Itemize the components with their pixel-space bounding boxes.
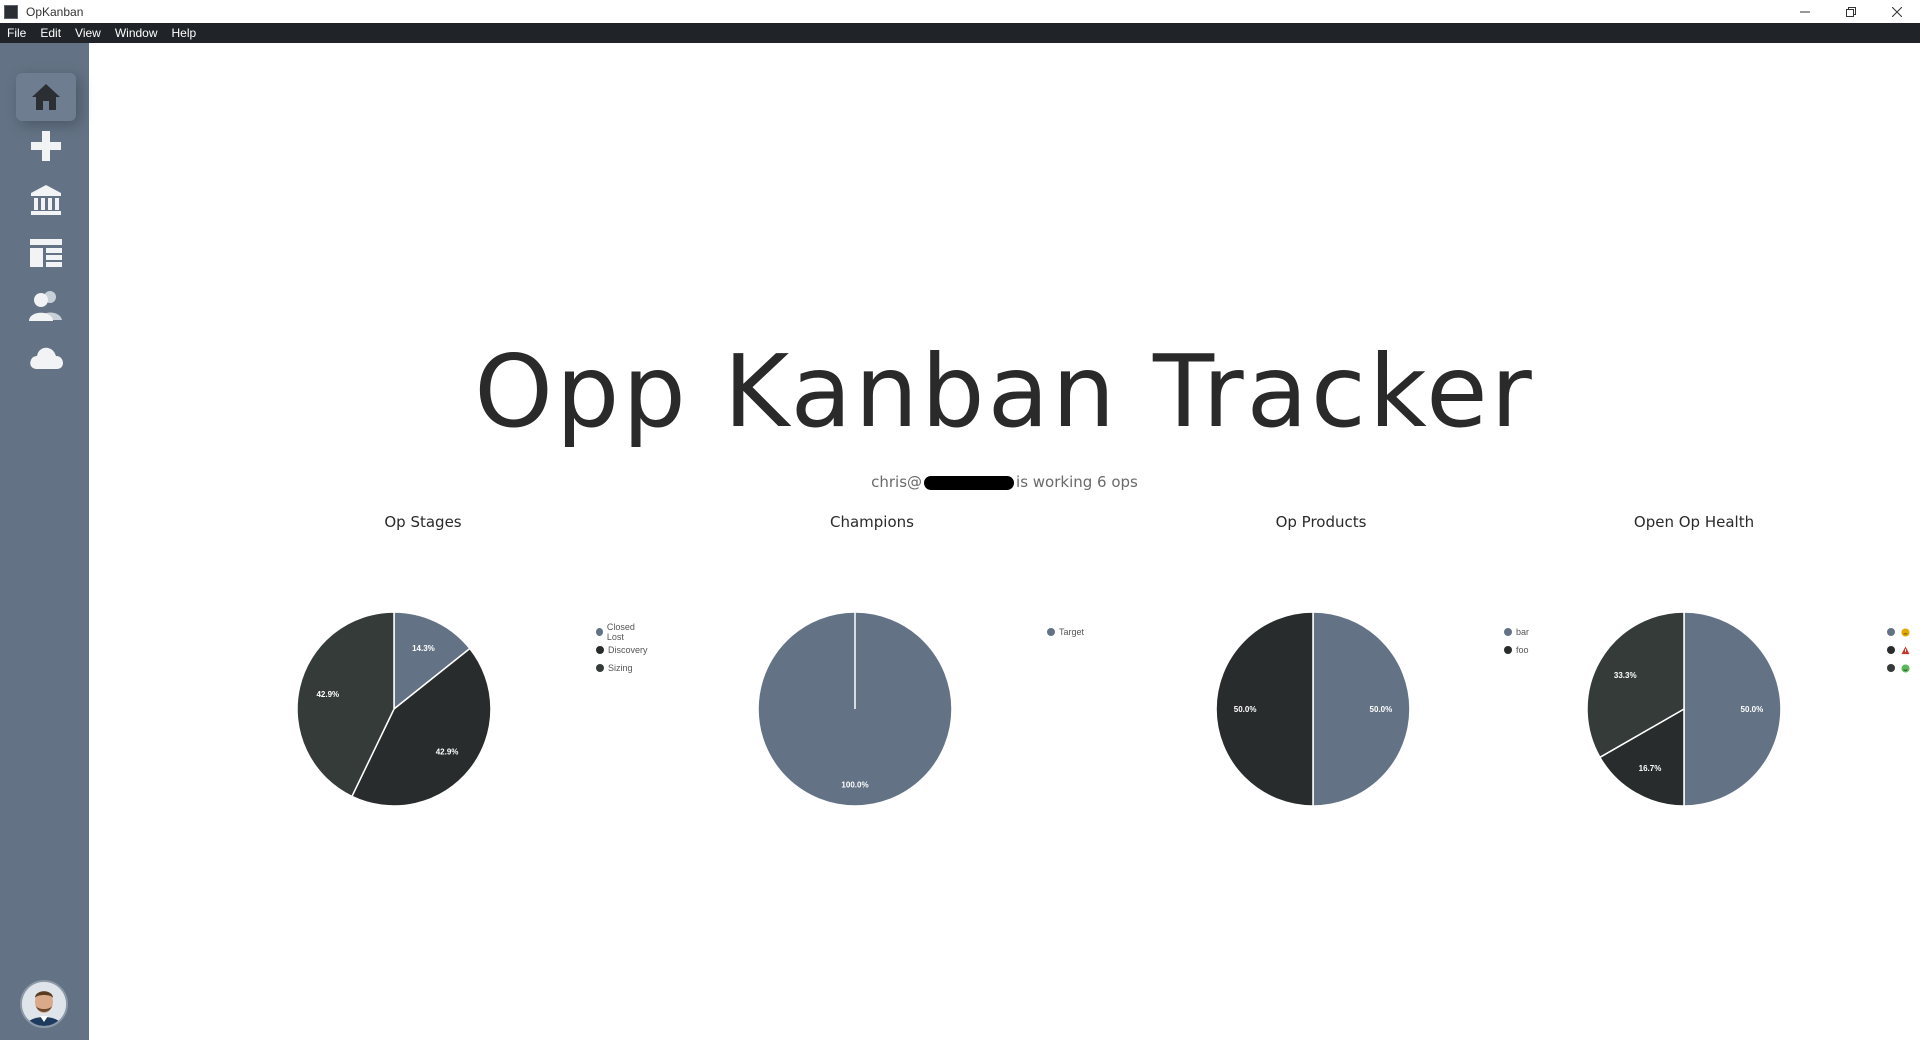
legend-label: Closed Lost — [606, 622, 635, 642]
pie-chart: 50.0% 50.0% — [1215, 611, 1411, 807]
slice-label: 100.0% — [841, 781, 868, 790]
restore-icon — [1846, 6, 1856, 17]
ops-count-text: is working 6 ops — [1016, 473, 1138, 491]
legend-label: Target — [1059, 627, 1085, 637]
sidebar-item-contacts[interactable] — [16, 281, 76, 329]
chart-legend: Closed Lost Discovery Sizing — [596, 622, 648, 677]
page-title: Opp Kanban Tracker — [474, 333, 1535, 450]
slice-label: 50.0% — [1370, 705, 1393, 714]
minimize-button[interactable] — [1782, 0, 1828, 23]
sidebar-item-cloud[interactable] — [16, 334, 76, 382]
sidebar-item-dashboard[interactable] — [16, 229, 76, 277]
sidebar-item-accounts[interactable] — [16, 176, 76, 224]
legend-swatch — [1887, 628, 1895, 636]
minimize-icon — [1800, 11, 1810, 12]
open-op-health-chart: Open Op Health 50.0% 16.7% 33.3% — [1469, 509, 1919, 849]
user-avatar[interactable] — [20, 980, 68, 1028]
slice-label: 33.3% — [1614, 671, 1637, 680]
pie-slice[interactable] — [1215, 611, 1314, 807]
happy-emoji-icon — [1901, 663, 1910, 673]
chart-legend — [1887, 623, 1910, 677]
slice-label: 42.9% — [316, 690, 339, 699]
sidebar-item-home[interactable] — [16, 73, 76, 121]
user-email-prefix: chris@ — [871, 473, 923, 491]
title-bar: OpKanban — [0, 0, 1920, 23]
redacted-email — [924, 475, 1015, 490]
chart-title: Champions — [830, 513, 914, 531]
pie-chart: 100.0% — [757, 611, 953, 807]
legend-item[interactable] — [1887, 641, 1910, 659]
slice-label: 14.3% — [412, 644, 435, 653]
avatar-photo — [22, 982, 66, 1026]
user-status-line: chris@ is working 6 ops — [89, 473, 1920, 491]
pie-chart: 14.3% 42.9% 42.9% — [296, 611, 492, 807]
sidebar-item-add[interactable] — [16, 122, 76, 170]
close-button[interactable] — [1874, 0, 1920, 23]
slice-label: 16.7% — [1639, 764, 1662, 773]
window-title: OpKanban — [26, 4, 84, 19]
legend-item[interactable]: Discovery — [596, 641, 648, 659]
legend-swatch — [596, 664, 604, 672]
legend-item[interactable]: Target — [1047, 623, 1084, 641]
pie-slice[interactable] — [1312, 611, 1411, 807]
legend-item[interactable] — [1887, 623, 1910, 641]
slice-label: 50.0% — [1741, 705, 1764, 714]
main-content: Opp Kanban Tracker chris@ is working 6 op… — [89, 43, 1920, 1040]
menu-edit[interactable]: Edit — [33, 23, 68, 43]
chart-title: Open Op Health — [1633, 513, 1755, 531]
close-icon — [1892, 6, 1902, 17]
legend-swatch — [596, 628, 603, 636]
menu-file[interactable]: File — [0, 23, 33, 43]
legend-item[interactable]: Sizing — [596, 659, 648, 677]
menu-bar: File Edit View Window Help — [0, 23, 1920, 43]
pie-chart: 50.0% 16.7% 33.3% — [1586, 611, 1782, 807]
menu-help[interactable]: Help — [165, 23, 204, 43]
plus-icon — [31, 131, 61, 161]
menu-window[interactable]: Window — [108, 23, 165, 43]
op-stages-chart: Op Stages 14.3% 42.9% 42.9% Closed Lost Di… — [198, 509, 648, 849]
users-icon — [29, 291, 62, 321]
sidebar — [0, 43, 89, 1040]
chart-legend: Target — [1047, 623, 1084, 641]
slice-label: 50.0% — [1234, 705, 1257, 714]
app-icon — [4, 4, 18, 19]
legend-swatch — [596, 646, 604, 654]
home-icon — [32, 84, 60, 110]
restore-button[interactable] — [1828, 0, 1874, 23]
menu-view[interactable]: View — [68, 23, 108, 43]
legend-item[interactable] — [1887, 659, 1910, 677]
legend-label: Discovery — [608, 645, 648, 655]
window-controls — [1782, 0, 1920, 23]
champions-chart: Champions 100.0% Target — [647, 509, 1097, 849]
pie-slice[interactable] — [1683, 611, 1782, 807]
building-icon — [31, 185, 61, 215]
neutral-emoji-icon — [1901, 627, 1910, 637]
legend-swatch — [1047, 628, 1055, 636]
cloud-icon — [30, 347, 63, 369]
slice-label: 42.9% — [436, 747, 459, 756]
warning-emoji-icon — [1901, 645, 1910, 654]
legend-swatch — [1887, 664, 1895, 672]
chart-title: Op Stages — [384, 513, 462, 531]
legend-swatch — [1887, 646, 1895, 654]
legend-item[interactable]: Closed Lost — [596, 622, 648, 642]
legend-label: Sizing — [608, 663, 633, 673]
dashboard-list-icon — [30, 239, 62, 267]
